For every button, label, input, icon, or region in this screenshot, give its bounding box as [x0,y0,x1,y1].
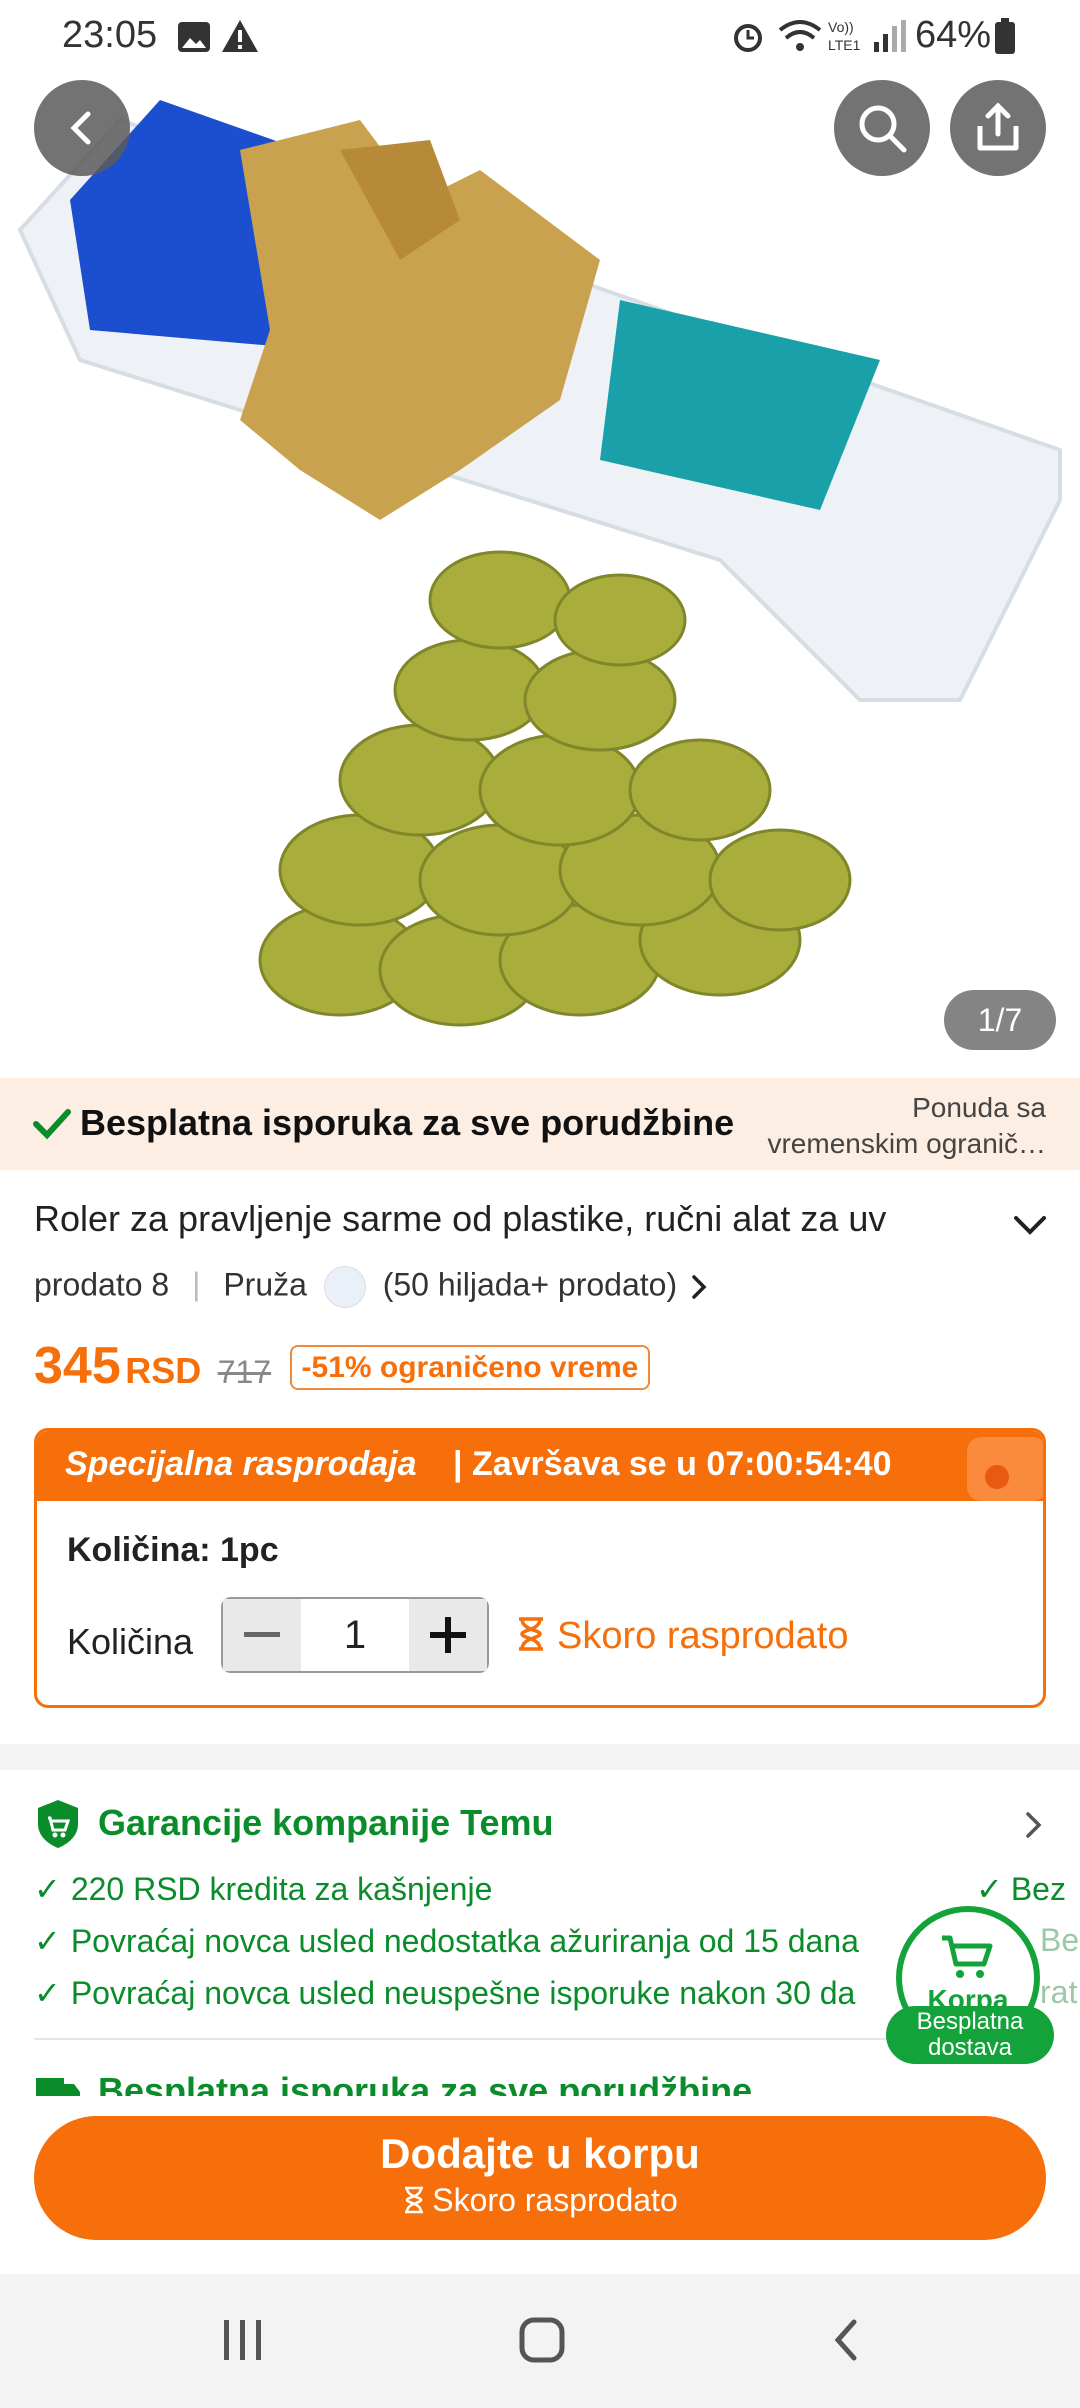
provider-label: Pruža [223,1266,307,1303]
guarantee-right-item: ✓ Bez [976,1871,1066,1907]
warning-icon [222,20,258,52]
guarantee-item-text: Povraćaj novca usled neuspešne isporuke … [70,1975,856,2011]
add-to-cart-sub-text: Skoro rasprodato [432,2182,678,2218]
signal-icon [874,20,906,52]
product-photo [17,100,1062,1027]
guarantee-item: ✓ Povraćaj novca usled neuspešne isporuke… [34,1975,856,2011]
battery-icon [995,18,1015,54]
increase-button[interactable] [409,1599,487,1671]
currency: RSD [125,1350,202,1391]
guarantee-right-item: Bes [1040,1922,1080,1959]
guarantee-item-text: 220 RSD kredita za kašnjenje [70,1871,493,1907]
hourglass-icon [405,2186,424,2214]
add-to-cart-label: Dodajte u korpu [380,2130,700,2177]
current-price: 345 [34,1337,121,1395]
flash-sale-title: Specijalna rasprodaja [65,1445,417,1483]
shield-cart-icon [38,1800,78,1848]
stock-status: Skoro rasprodato [515,1615,849,1658]
limited-offer-label: Ponuda sa vremenskim ogranič… [716,1090,1046,1162]
svg-text:LTE1: LTE1 [828,37,861,53]
seller-logo [323,1266,366,1308]
decrease-button[interactable] [223,1599,301,1671]
guarantee-item: ✓ 220 RSD kredita za kašnjenje [34,1871,493,1907]
original-price: 717 [217,1354,272,1390]
plus-icon [430,1617,466,1653]
chevron-left-icon [70,111,91,145]
check-icon [33,1109,71,1140]
search-button[interactable] [834,80,930,176]
shipping-banner[interactable]: Besplatna isporuka za sve porudžbine Pon… [0,1078,1080,1170]
stock-status-text: Skoro rasprodato [557,1615,849,1657]
guarantee-right-text: rat [1040,1974,1078,2010]
flash-sale-box: Specijalna rasprodaja | Završava se u 07… [34,1428,1046,1708]
sold-count: prodato 8 [34,1266,170,1303]
gallery-notification-icon [178,22,210,52]
price-row: 345 RSD 717 -51% ograničeno vreme [34,1336,651,1406]
provider-sold: (50 hiljada+ prodato) [382,1266,678,1303]
status-bar: 23:05 Vo)) LTE1 64% [0,0,1080,72]
home-icon[interactable] [518,2316,566,2364]
shipping-banner-text: Besplatna isporuka za sve porudžbine [80,1102,735,1143]
svg-text:Vo)): Vo)) [828,19,854,35]
minus-icon [244,1632,280,1637]
expand-title-icon[interactable] [1012,1212,1048,1240]
guarantee-item: ✓ Povraćaj novca usled nedostatka ažurira… [34,1923,859,1959]
add-to-cart-sub: Skoro rasprodato [34,2182,1046,2219]
chevron-right-icon [692,1275,707,1299]
flash-sale-countdown: | Završava se u 07:00:54:40 [453,1445,892,1483]
back-nav-icon[interactable] [826,2316,866,2364]
quantity-value[interactable]: 1 [301,1599,409,1671]
offer-line-2: vremenskim ogranič… [767,1128,1046,1159]
chevron-right-icon[interactable] [1024,1810,1044,1840]
quantity-label: Količina [67,1621,194,1662]
quantity-stepper: 1 [221,1597,489,1673]
product-title: Roler za pravljenje sarme od plastike, r… [34,1198,887,1239]
recent-apps-icon[interactable] [218,2316,268,2364]
volte-icon: Vo)) LTE1 [828,19,861,53]
sold-row[interactable]: prodato 8 | Pruža (50 hiljada+ prodato) [34,1266,710,1308]
share-button[interactable] [950,80,1046,176]
add-to-cart-button[interactable]: Dodajte u korpu Skoro rasprodato [34,2116,1046,2240]
badge-line-1: Besplatna [916,2008,1024,2035]
search-icon [859,105,907,153]
wifi-icon [778,20,822,51]
guarantee-right-text: Bez [1010,1871,1066,1907]
badge-line-2: dostava [927,2034,1013,2061]
cart-icon [942,1935,993,1978]
free-delivery-badge: Besplatna dostava [886,2006,1054,2064]
share-icon [977,102,1019,151]
alarm-icon [734,24,762,52]
status-time: 23:05 [62,14,158,56]
guarantee-right-text: Bes [1040,1922,1080,1958]
guarantee-item-text: Povraćaj novca usled nedostatka ažuriran… [70,1923,859,1959]
quantity-option[interactable]: Količina: 1pc [67,1531,279,1570]
product-image[interactable] [0,0,1080,1070]
system-nav-bar [0,2274,1080,2408]
sale-decoration-icon [967,1437,1043,1501]
gallery-counter: 1/7 [944,990,1056,1050]
title-fade [880,1190,980,1250]
hourglass-icon [519,1617,543,1651]
discount-badge: -51% ograničeno vreme [289,1345,651,1390]
guarantee-right-item: rat [1040,1974,1080,2011]
section-separator [0,1744,1080,1770]
battery-percent: 64% [915,14,992,56]
offer-line-1: Ponuda sa [912,1092,1046,1123]
back-button[interactable] [34,80,130,176]
flash-sale-header: Specijalna rasprodaja | Završava se u 07… [37,1431,1043,1501]
guarantees-title[interactable]: Garancije kompanije Temu [98,1802,553,1844]
